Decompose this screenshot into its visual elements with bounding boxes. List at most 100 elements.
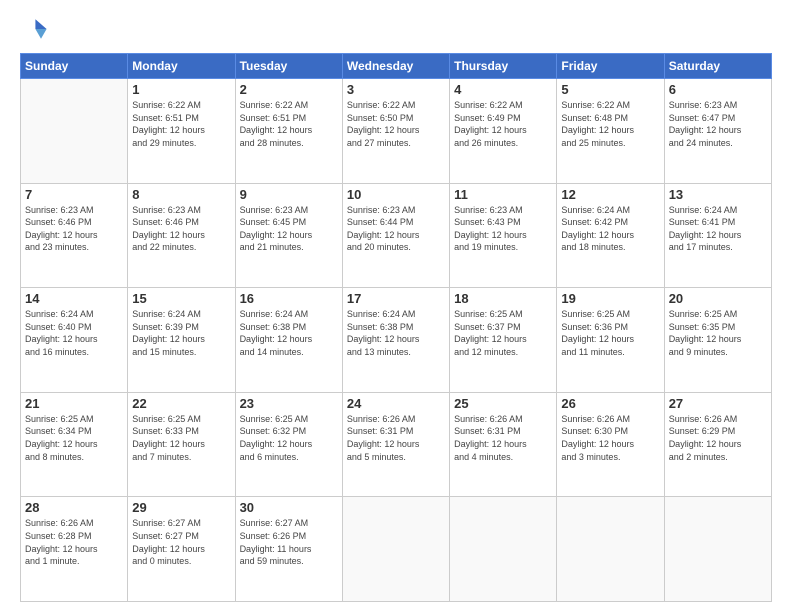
- day-number: 6: [669, 82, 767, 97]
- day-number: 21: [25, 396, 123, 411]
- calendar-cell: 19 Sunrise: 6:25 AM Sunset: 6:36 PM Dayli…: [557, 288, 664, 393]
- day-header: Monday: [128, 54, 235, 79]
- day-number: 9: [240, 187, 338, 202]
- calendar-week-row: 28 Sunrise: 6:26 AM Sunset: 6:28 PM Dayli…: [21, 497, 772, 602]
- day-number: 4: [454, 82, 552, 97]
- day-info: Sunrise: 6:23 AM Sunset: 6:46 PM Dayligh…: [132, 204, 230, 254]
- day-info: Sunrise: 6:22 AM Sunset: 6:48 PM Dayligh…: [561, 99, 659, 149]
- calendar-cell: [664, 497, 771, 602]
- day-info: Sunrise: 6:23 AM Sunset: 6:44 PM Dayligh…: [347, 204, 445, 254]
- day-info: Sunrise: 6:25 AM Sunset: 6:34 PM Dayligh…: [25, 413, 123, 463]
- calendar-cell: 26 Sunrise: 6:26 AM Sunset: 6:30 PM Dayli…: [557, 392, 664, 497]
- day-info: Sunrise: 6:24 AM Sunset: 6:41 PM Dayligh…: [669, 204, 767, 254]
- calendar-cell: [450, 497, 557, 602]
- day-number: 28: [25, 500, 123, 515]
- day-info: Sunrise: 6:27 AM Sunset: 6:27 PM Dayligh…: [132, 517, 230, 567]
- day-info: Sunrise: 6:24 AM Sunset: 6:38 PM Dayligh…: [240, 308, 338, 358]
- day-number: 5: [561, 82, 659, 97]
- day-info: Sunrise: 6:25 AM Sunset: 6:33 PM Dayligh…: [132, 413, 230, 463]
- calendar-week-row: 1Sunrise: 6:22 AM Sunset: 6:51 PM Daylig…: [21, 79, 772, 184]
- day-info: Sunrise: 6:26 AM Sunset: 6:29 PM Dayligh…: [669, 413, 767, 463]
- day-info: Sunrise: 6:22 AM Sunset: 6:51 PM Dayligh…: [240, 99, 338, 149]
- calendar-cell: 12Sunrise: 6:24 AM Sunset: 6:42 PM Dayli…: [557, 183, 664, 288]
- calendar-cell: 2 Sunrise: 6:22 AM Sunset: 6:51 PM Daylig…: [235, 79, 342, 184]
- day-number: 15: [132, 291, 230, 306]
- calendar-cell: 24 Sunrise: 6:26 AM Sunset: 6:31 PM Dayli…: [342, 392, 449, 497]
- calendar-cell: 1Sunrise: 6:22 AM Sunset: 6:51 PM Daylig…: [128, 79, 235, 184]
- day-info: Sunrise: 6:26 AM Sunset: 6:28 PM Dayligh…: [25, 517, 123, 567]
- day-header: Thursday: [450, 54, 557, 79]
- calendar-cell: [342, 497, 449, 602]
- calendar-cell: 7 Sunrise: 6:23 AM Sunset: 6:46 PM Daylig…: [21, 183, 128, 288]
- day-number: 11: [454, 187, 552, 202]
- calendar-cell: 21 Sunrise: 6:25 AM Sunset: 6:34 PM Dayli…: [21, 392, 128, 497]
- day-info: Sunrise: 6:23 AM Sunset: 6:43 PM Dayligh…: [454, 204, 552, 254]
- calendar-week-row: 7 Sunrise: 6:23 AM Sunset: 6:46 PM Daylig…: [21, 183, 772, 288]
- day-info: Sunrise: 6:22 AM Sunset: 6:49 PM Dayligh…: [454, 99, 552, 149]
- calendar-cell: 22 Sunrise: 6:25 AM Sunset: 6:33 PM Dayli…: [128, 392, 235, 497]
- calendar-cell: 20Sunrise: 6:25 AM Sunset: 6:35 PM Dayli…: [664, 288, 771, 393]
- calendar-header-row: SundayMondayTuesdayWednesdayThursdayFrid…: [21, 54, 772, 79]
- calendar-cell: 30 Sunrise: 6:27 AM Sunset: 6:26 PM Dayli…: [235, 497, 342, 602]
- day-header: Sunday: [21, 54, 128, 79]
- day-number: 26: [561, 396, 659, 411]
- calendar-cell: 15 Sunrise: 6:24 AM Sunset: 6:39 PM Dayli…: [128, 288, 235, 393]
- calendar-cell: 6 Sunrise: 6:23 AM Sunset: 6:47 PM Daylig…: [664, 79, 771, 184]
- calendar-cell: 28 Sunrise: 6:26 AM Sunset: 6:28 PM Dayli…: [21, 497, 128, 602]
- day-header: Saturday: [664, 54, 771, 79]
- calendar-cell: 4 Sunrise: 6:22 AM Sunset: 6:49 PM Daylig…: [450, 79, 557, 184]
- day-number: 27: [669, 396, 767, 411]
- calendar-cell: 5 Sunrise: 6:22 AM Sunset: 6:48 PM Daylig…: [557, 79, 664, 184]
- calendar-cell: 9Sunrise: 6:23 AM Sunset: 6:45 PM Daylig…: [235, 183, 342, 288]
- day-info: Sunrise: 6:25 AM Sunset: 6:35 PM Dayligh…: [669, 308, 767, 358]
- calendar-cell: [557, 497, 664, 602]
- day-number: 16: [240, 291, 338, 306]
- day-number: 29: [132, 500, 230, 515]
- day-number: 22: [132, 396, 230, 411]
- day-number: 24: [347, 396, 445, 411]
- calendar-table: SundayMondayTuesdayWednesdayThursdayFrid…: [20, 53, 772, 602]
- day-number: 17: [347, 291, 445, 306]
- day-number: 18: [454, 291, 552, 306]
- calendar-cell: [21, 79, 128, 184]
- day-number: 25: [454, 396, 552, 411]
- calendar-cell: 10 Sunrise: 6:23 AM Sunset: 6:44 PM Dayli…: [342, 183, 449, 288]
- day-number: 23: [240, 396, 338, 411]
- day-info: Sunrise: 6:26 AM Sunset: 6:31 PM Dayligh…: [347, 413, 445, 463]
- calendar-cell: 13Sunrise: 6:24 AM Sunset: 6:41 PM Dayli…: [664, 183, 771, 288]
- calendar-week-row: 21 Sunrise: 6:25 AM Sunset: 6:34 PM Dayli…: [21, 392, 772, 497]
- day-info: Sunrise: 6:25 AM Sunset: 6:37 PM Dayligh…: [454, 308, 552, 358]
- day-header: Wednesday: [342, 54, 449, 79]
- day-info: Sunrise: 6:27 AM Sunset: 6:26 PM Dayligh…: [240, 517, 338, 567]
- day-info: Sunrise: 6:22 AM Sunset: 6:50 PM Dayligh…: [347, 99, 445, 149]
- day-info: Sunrise: 6:26 AM Sunset: 6:31 PM Dayligh…: [454, 413, 552, 463]
- calendar-week-row: 14Sunrise: 6:24 AM Sunset: 6:40 PM Dayli…: [21, 288, 772, 393]
- day-header: Tuesday: [235, 54, 342, 79]
- day-number: 7: [25, 187, 123, 202]
- day-number: 8: [132, 187, 230, 202]
- day-info: Sunrise: 6:25 AM Sunset: 6:36 PM Dayligh…: [561, 308, 659, 358]
- calendar-cell: 29 Sunrise: 6:27 AM Sunset: 6:27 PM Dayli…: [128, 497, 235, 602]
- calendar-cell: 8 Sunrise: 6:23 AM Sunset: 6:46 PM Daylig…: [128, 183, 235, 288]
- calendar-cell: 14Sunrise: 6:24 AM Sunset: 6:40 PM Dayli…: [21, 288, 128, 393]
- calendar-cell: 18 Sunrise: 6:25 AM Sunset: 6:37 PM Dayli…: [450, 288, 557, 393]
- day-info: Sunrise: 6:24 AM Sunset: 6:40 PM Dayligh…: [25, 308, 123, 358]
- day-info: Sunrise: 6:26 AM Sunset: 6:30 PM Dayligh…: [561, 413, 659, 463]
- day-number: 30: [240, 500, 338, 515]
- day-number: 2: [240, 82, 338, 97]
- day-info: Sunrise: 6:23 AM Sunset: 6:46 PM Dayligh…: [25, 204, 123, 254]
- day-number: 10: [347, 187, 445, 202]
- day-number: 12: [561, 187, 659, 202]
- logo: [20, 15, 52, 43]
- calendar-cell: 3Sunrise: 6:22 AM Sunset: 6:50 PM Daylig…: [342, 79, 449, 184]
- header: [20, 15, 772, 43]
- day-info: Sunrise: 6:23 AM Sunset: 6:47 PM Dayligh…: [669, 99, 767, 149]
- page: SundayMondayTuesdayWednesdayThursdayFrid…: [0, 0, 792, 612]
- calendar-cell: 11 Sunrise: 6:23 AM Sunset: 6:43 PM Dayli…: [450, 183, 557, 288]
- day-info: Sunrise: 6:24 AM Sunset: 6:38 PM Dayligh…: [347, 308, 445, 358]
- calendar-cell: 16 Sunrise: 6:24 AM Sunset: 6:38 PM Dayli…: [235, 288, 342, 393]
- day-number: 19: [561, 291, 659, 306]
- calendar-cell: 27 Sunrise: 6:26 AM Sunset: 6:29 PM Dayli…: [664, 392, 771, 497]
- day-info: Sunrise: 6:24 AM Sunset: 6:39 PM Dayligh…: [132, 308, 230, 358]
- day-header: Friday: [557, 54, 664, 79]
